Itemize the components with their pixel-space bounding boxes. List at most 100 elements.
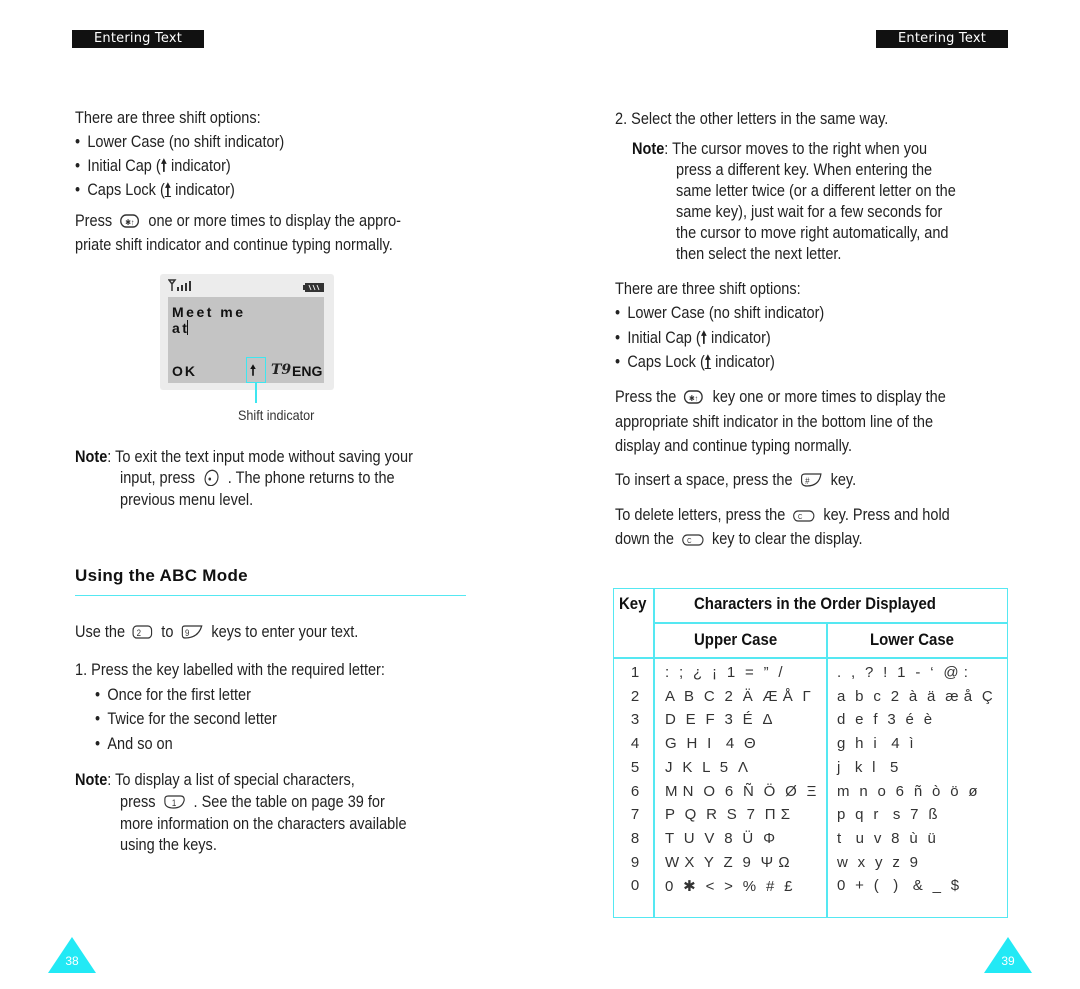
shift-option-label: Initial Cap ( bbox=[87, 157, 161, 175]
table-cell-lower: j k l 5 bbox=[837, 759, 899, 776]
table-divider bbox=[653, 622, 1008, 624]
svg-text:✱↑: ✱↑ bbox=[125, 218, 134, 228]
delete-text: To delete letters, press the bbox=[615, 506, 786, 524]
bullet-text: Once for the first letter bbox=[107, 686, 251, 704]
step-1-bullet: • Twice for the second letter bbox=[95, 710, 277, 728]
shift-option-label: Caps Lock ( bbox=[87, 181, 165, 199]
table-cell-upper: : ; ¿ ¡ 1 = ” / bbox=[665, 664, 784, 681]
table-cell-lower: t u v 8 ù ü bbox=[837, 830, 937, 847]
table-header-characters: Characters in the Order Displayed bbox=[694, 594, 936, 613]
header-tab-label: Entering Text bbox=[93, 31, 183, 46]
press-shift-line3: display and continue typing normally. bbox=[615, 437, 853, 455]
table-cell-lower: m n o 6 ñ ò ö ø bbox=[837, 783, 979, 800]
text-cursor bbox=[187, 320, 189, 335]
note-cursor-line: then select the next letter. bbox=[676, 245, 842, 263]
indicator-suffix: indicator) bbox=[711, 353, 775, 371]
shift-option-caps: • Caps Lock (🠕 indicator) bbox=[75, 181, 235, 199]
shift-option-lower: • Lower Case (no shift indicator) bbox=[615, 304, 825, 322]
table-cell-key: 5 bbox=[630, 759, 640, 776]
softkey-ok: OK bbox=[172, 363, 197, 379]
shift-option-lower: • Lower Case (no shift indicator) bbox=[75, 133, 285, 151]
svg-text:✱↑: ✱↑ bbox=[689, 394, 698, 404]
shift-option-label: Caps Lock ( bbox=[627, 353, 705, 371]
language-indicator: ENG bbox=[292, 363, 323, 379]
delete-line1: To delete letters, press the C key. Pres… bbox=[615, 503, 950, 530]
table-cell-key: 7 bbox=[630, 806, 640, 823]
shift-option-label: Lower Case (no shift indicator) bbox=[87, 133, 285, 151]
table-cell-upper: T U V 8 Ü Φ bbox=[665, 830, 776, 847]
table-cell-lower: a b c 2 à ä æ å Ç bbox=[837, 688, 994, 705]
indicator-suffix: indicator) bbox=[167, 157, 231, 175]
table-cell-lower: 0 + ( ) & _ $ bbox=[837, 877, 960, 894]
table-cell-key: 8 bbox=[630, 830, 640, 847]
press-rest: one or more times to display the appro- bbox=[148, 212, 401, 230]
indicator-suffix: indicator) bbox=[171, 181, 235, 199]
svg-text:C: C bbox=[687, 538, 692, 545]
table-divider bbox=[613, 657, 1008, 659]
section-title: Using the ABC Mode bbox=[75, 566, 248, 585]
table-cell-upper: J K L 5 Λ bbox=[665, 759, 749, 776]
arrow-up-icon: 🠕 bbox=[250, 362, 257, 378]
header-tab-label: Entering Text bbox=[897, 31, 987, 46]
shift-key-icon: ✱↑ bbox=[684, 388, 705, 412]
t9-icon: T9 bbox=[271, 362, 292, 378]
shift-intro: There are three shift options: bbox=[75, 109, 261, 127]
note-text: . See the table on page 39 for bbox=[193, 793, 385, 811]
page-number-right: 39 bbox=[1001, 954, 1015, 968]
shift-option-caps: • Caps Lock (🠕 indicator) bbox=[615, 353, 775, 371]
table-cell-upper: G H I 4 Θ bbox=[665, 735, 757, 752]
table-cell-lower: w x y z 9 bbox=[837, 854, 919, 871]
table-cell-key: 2 bbox=[630, 688, 640, 705]
table-header-lower: Lower Case bbox=[870, 630, 954, 649]
press-shift-line2: appropriate shift indicator in the botto… bbox=[615, 413, 934, 431]
note-exit-line3: previous menu level. bbox=[120, 491, 254, 509]
clear-key-icon: C bbox=[681, 530, 704, 554]
table-cell-upper: A B C 2 Ä Æ Å Γ bbox=[665, 688, 812, 705]
press-text: key one or more times to display the bbox=[712, 388, 946, 406]
use-keys-line: Use the 2 to 9 keys to enter your text. bbox=[75, 620, 358, 647]
press-shift-line1: Press the ✱↑ key one or more times to di… bbox=[615, 385, 946, 412]
table-header-key: Key bbox=[619, 594, 647, 613]
table-divider bbox=[826, 622, 828, 918]
note-text: : To exit the text input mode without sa… bbox=[107, 448, 413, 466]
table-cell-key: 0 bbox=[630, 877, 640, 894]
table-divider bbox=[653, 588, 655, 918]
table-cell-key: 3 bbox=[630, 711, 640, 728]
shift-option-label: Initial Cap ( bbox=[627, 329, 701, 347]
press-shift-line1: Press ✱↑ one or more times to display th… bbox=[75, 209, 401, 236]
page-number-left: 38 bbox=[65, 954, 79, 968]
note-special-line4: using the keys. bbox=[120, 836, 217, 854]
table-cell-upper: M N O 6 Ñ Ö Ø Ξ bbox=[665, 783, 817, 800]
header-tab-left: Entering Text bbox=[72, 30, 204, 48]
svg-text:C: C bbox=[798, 514, 803, 521]
hash-key-icon: # bbox=[800, 471, 823, 495]
battery-icon bbox=[303, 280, 325, 298]
note-text: . The phone returns to the bbox=[227, 469, 395, 487]
use-keys-text: to bbox=[161, 623, 174, 641]
delete-text: key to clear the display. bbox=[711, 530, 863, 548]
table-cell-lower: p q r s 7 ß bbox=[837, 806, 939, 823]
signal-strength-icon bbox=[167, 278, 194, 297]
press-text: Press the bbox=[615, 388, 677, 406]
header-tab-right: Entering Text bbox=[876, 30, 1008, 48]
table-cell-key: 9 bbox=[630, 854, 640, 871]
svg-text:2: 2 bbox=[137, 628, 142, 639]
note-text: : To display a list of special character… bbox=[107, 771, 355, 789]
note-text: press bbox=[120, 793, 156, 811]
insert-space-line: To insert a space, press the # key. bbox=[615, 468, 856, 495]
shift-indicator-highlight: 🠕 bbox=[246, 357, 266, 383]
step-2: 2. Select the other letters in the same … bbox=[615, 110, 889, 128]
step-1: 1. Press the key labelled with the requi… bbox=[75, 661, 385, 679]
svg-text:1: 1 bbox=[172, 798, 177, 809]
table-cell-upper: P Q R S 7 Π Σ bbox=[665, 806, 791, 823]
shift-option-label: Lower Case (no shift indicator) bbox=[627, 304, 825, 322]
delete-line2: down the C key to clear the display. bbox=[615, 527, 863, 554]
table-cell-lower: g h i 4 ì bbox=[837, 735, 915, 752]
table-cell-lower: . , ? ! 1 - ‘ @ : bbox=[837, 664, 969, 681]
note-label: Note bbox=[632, 140, 665, 158]
shift-indicator-caption: Shift indicator bbox=[238, 407, 315, 423]
bullet-text: Twice for the second letter bbox=[107, 710, 277, 728]
use-keys-text: Use the bbox=[75, 623, 126, 641]
table-cell-upper: 0 ✱ < > % # £ bbox=[665, 878, 793, 895]
table-header-upper: Upper Case bbox=[694, 630, 778, 649]
